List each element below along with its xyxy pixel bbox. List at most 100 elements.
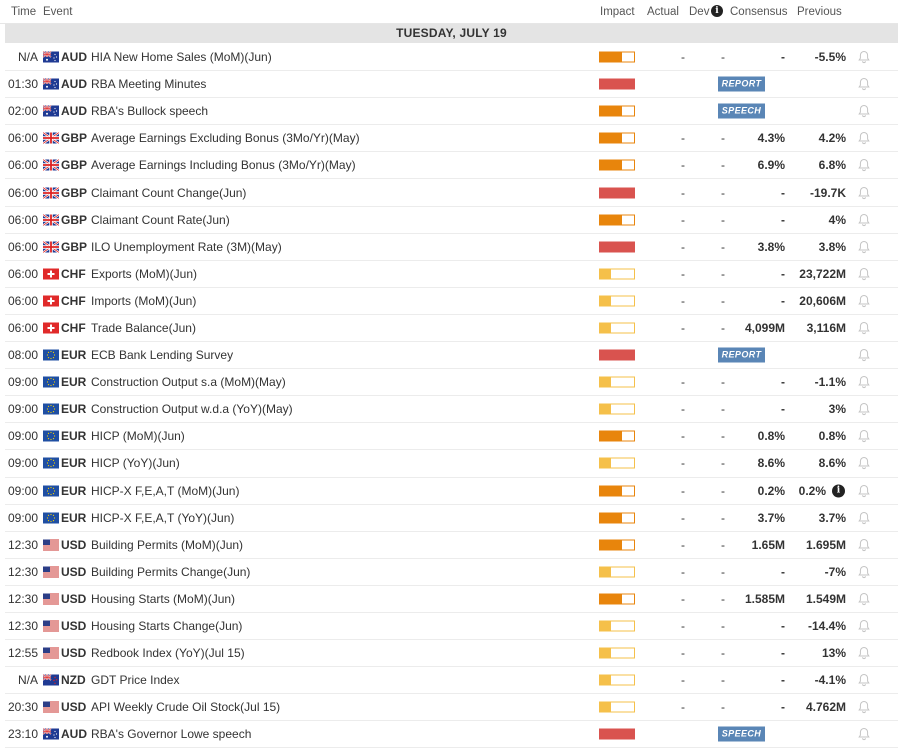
event-name[interactable]: Construction Output s.a (MoM)(May) (91, 375, 286, 389)
header-actual[interactable]: Actual (647, 6, 679, 18)
impact-low-indicator (599, 566, 635, 578)
header-consensus[interactable]: Consensus (730, 6, 788, 18)
event-time: 09:00 (7, 483, 38, 498)
event-row[interactable]: 12:30 USD Housing Starts (MoM)(Jun) - - 1.585… (5, 586, 898, 613)
event-name[interactable]: API Weekly Crude Oil Stock(Jul 15) (91, 700, 280, 714)
event-row[interactable]: 06:00 GBP Average Earnings Including Bonus… (5, 152, 898, 180)
bell-icon[interactable] (857, 267, 871, 281)
event-name[interactable]: Housing Starts Change(Jun) (91, 619, 242, 633)
event-name[interactable]: Exports (MoM)(Jun) (91, 267, 197, 281)
bell-icon[interactable] (857, 104, 871, 118)
event-row[interactable]: 12:55 USD Redbook Index (YoY)(Jul 15) - - - 13… (5, 640, 898, 668)
header-event[interactable]: Event (43, 6, 72, 18)
event-name[interactable]: HICP-X F,E,A,T (YoY)(Jun) (91, 511, 234, 525)
bell-icon[interactable] (857, 456, 871, 470)
bell-icon[interactable] (857, 77, 871, 91)
event-name[interactable]: Average Earnings Excluding Bonus (3Mo/Yr… (91, 131, 360, 145)
dev-info-icon[interactable]: i (711, 5, 723, 17)
event-row[interactable]: 09:00 EUR HICP-X F,E,A,T (MoM)(Jun) - -0.2% 0… (5, 478, 898, 505)
header-time[interactable]: Time (11, 6, 36, 18)
event-name[interactable]: Building Permits Change(Jun) (91, 565, 250, 579)
report-tag[interactable]: REPORT (718, 347, 765, 363)
bell-icon[interactable] (857, 700, 871, 714)
event-row[interactable]: 23:10 AUD RBA's Governor Lowe speech SPEECH (5, 721, 898, 749)
event-name[interactable]: HICP (MoM)(Jun) (91, 429, 185, 443)
event-row[interactable]: N/A AUD HIA New Home Sales (MoM)(Jun) - - - -5… (5, 44, 898, 72)
event-consensus: 4,099M (744, 320, 785, 335)
event-row[interactable]: 09:00 EUR HICP (YoY)(Jun) - - 8.6% 8.6% (5, 450, 898, 478)
bell-icon[interactable] (857, 484, 871, 498)
event-name[interactable]: HIA New Home Sales (MoM)(Jun) (91, 50, 272, 64)
bell-icon[interactable] (857, 429, 871, 443)
event-name[interactable]: Trade Balance(Jun) (91, 321, 196, 335)
bell-icon[interactable] (857, 240, 871, 254)
event-name[interactable]: ILO Unemployment Rate (3M)(May) (91, 240, 282, 254)
event-name[interactable]: ECB Bank Lending Survey (91, 348, 233, 362)
bell-icon[interactable] (857, 158, 871, 172)
event-row[interactable]: 09:00 EUR Construction Output s.a (MoM)(Ma… (5, 369, 898, 397)
header-impact[interactable]: Impact (600, 6, 635, 18)
event-row[interactable]: 06:00 CHF Exports (MoM)(Jun) - - -23,722M (5, 261, 898, 288)
event-row[interactable]: 12:30 USD Building Permits (MoM)(Jun) - - 1.6… (5, 532, 898, 559)
bell-icon[interactable] (857, 50, 871, 64)
event-currency: EUR (61, 375, 87, 390)
event-name[interactable]: Imports (MoM)(Jun) (91, 294, 196, 308)
bell-icon[interactable] (857, 646, 871, 660)
bell-icon[interactable] (857, 727, 871, 741)
event-row[interactable]: 20:30 USD API Weekly Crude Oil Stock(Jul 1… (5, 694, 898, 722)
event-name[interactable]: RBA's Governor Lowe speech (91, 727, 251, 741)
bell-icon[interactable] (857, 673, 871, 687)
bell-icon[interactable] (857, 321, 871, 335)
impact-fill (600, 160, 623, 170)
bell-icon[interactable] (857, 592, 871, 606)
event-name[interactable]: Claimant Count Change(Jun) (91, 186, 246, 200)
event-name[interactable]: GDT Price Index (91, 673, 179, 687)
event-row[interactable]: 06:00 GBP Claimant Count Rate(Jun) - - - 4% (5, 207, 898, 234)
event-name[interactable]: HICP-X F,E,A,T (MoM)(Jun) (91, 484, 239, 498)
bell-icon[interactable] (857, 619, 871, 633)
event-name[interactable]: RBA Meeting Minutes (91, 77, 206, 91)
bell-icon[interactable] (857, 131, 871, 145)
speech-tag[interactable]: SPEECH (718, 726, 765, 742)
event-name[interactable]: Average Earnings Including Bonus (3Mo/Yr… (91, 158, 356, 172)
bell-icon[interactable] (857, 213, 871, 227)
bell-icon[interactable] (857, 375, 871, 389)
bell-icon[interactable] (857, 348, 871, 362)
bell-icon[interactable] (857, 565, 871, 579)
event-currency: GBP (61, 212, 88, 227)
event-row[interactable]: 06:00 CHF Trade Balance(Jun) - - 4,099M 3,116M (5, 315, 898, 343)
event-row[interactable]: 06:00 GBP ILO Unemployment Rate (3M)(May) -… (5, 234, 898, 261)
event-currency: USD (61, 564, 87, 579)
event-currency: EUR (61, 402, 87, 417)
bell-icon[interactable] (857, 186, 871, 200)
event-name[interactable]: HICP (YoY)(Jun) (91, 456, 180, 470)
event-row[interactable]: 02:00 AUD RBA's Bullock speech SPEECH (5, 98, 898, 126)
event-row[interactable]: 01:30 AUD RBA Meeting Minutes REPORT (5, 71, 898, 99)
speech-tag[interactable]: SPEECH (718, 103, 765, 119)
event-row[interactable]: 09:00 EUR HICP (MoM)(Jun) - - 0.8% 0.8% (5, 423, 898, 451)
event-row[interactable]: 06:00 GBP Average Earnings Excluding Bonus… (5, 125, 898, 153)
bell-icon[interactable] (857, 402, 871, 416)
event-name[interactable]: Housing Starts (MoM)(Jun) (91, 592, 235, 606)
event-row[interactable]: 08:00 EUR ECB Bank Lending Survey REPORT (5, 342, 898, 370)
event-row[interactable]: 06:00 GBP Claimant Count Change(Jun) - - - -19… (5, 179, 898, 207)
report-tag[interactable]: REPORT (718, 76, 765, 92)
event-row[interactable]: N/A NZD GDT Price Index - - - -4.1% (5, 667, 898, 695)
bell-icon[interactable] (857, 294, 871, 308)
bell-icon[interactable] (857, 511, 871, 525)
event-name[interactable]: Building Permits (MoM)(Jun) (91, 538, 243, 552)
event-row[interactable]: 09:00 EUR HICP-X F,E,A,T (YoY)(Jun) - - 3.7% 3… (5, 505, 898, 532)
info-icon[interactable]: i (832, 484, 845, 498)
header-previous[interactable]: Previous (797, 6, 842, 18)
event-actual: - (681, 673, 685, 688)
event-name[interactable]: Construction Output w.d.a (YoY)(May) (91, 402, 293, 416)
header-dev[interactable]: Dev (689, 6, 709, 18)
event-row[interactable]: 12:30 USD Housing Starts Change(Jun) - - - -14… (5, 613, 898, 641)
bell-icon[interactable] (857, 538, 871, 552)
event-name[interactable]: RBA's Bullock speech (91, 104, 208, 118)
event-name[interactable]: Redbook Index (YoY)(Jul 15) (91, 646, 245, 660)
event-row[interactable]: 12:30 USD Building Permits Change(Jun) - - - -… (5, 559, 898, 586)
event-row[interactable]: 06:00 CHF Imports (MoM)(Jun) - - -20,606M (5, 288, 898, 315)
event-row[interactable]: 09:00 EUR Construction Output w.d.a (YoY)(… (5, 396, 898, 424)
event-name[interactable]: Claimant Count Rate(Jun) (91, 213, 230, 227)
